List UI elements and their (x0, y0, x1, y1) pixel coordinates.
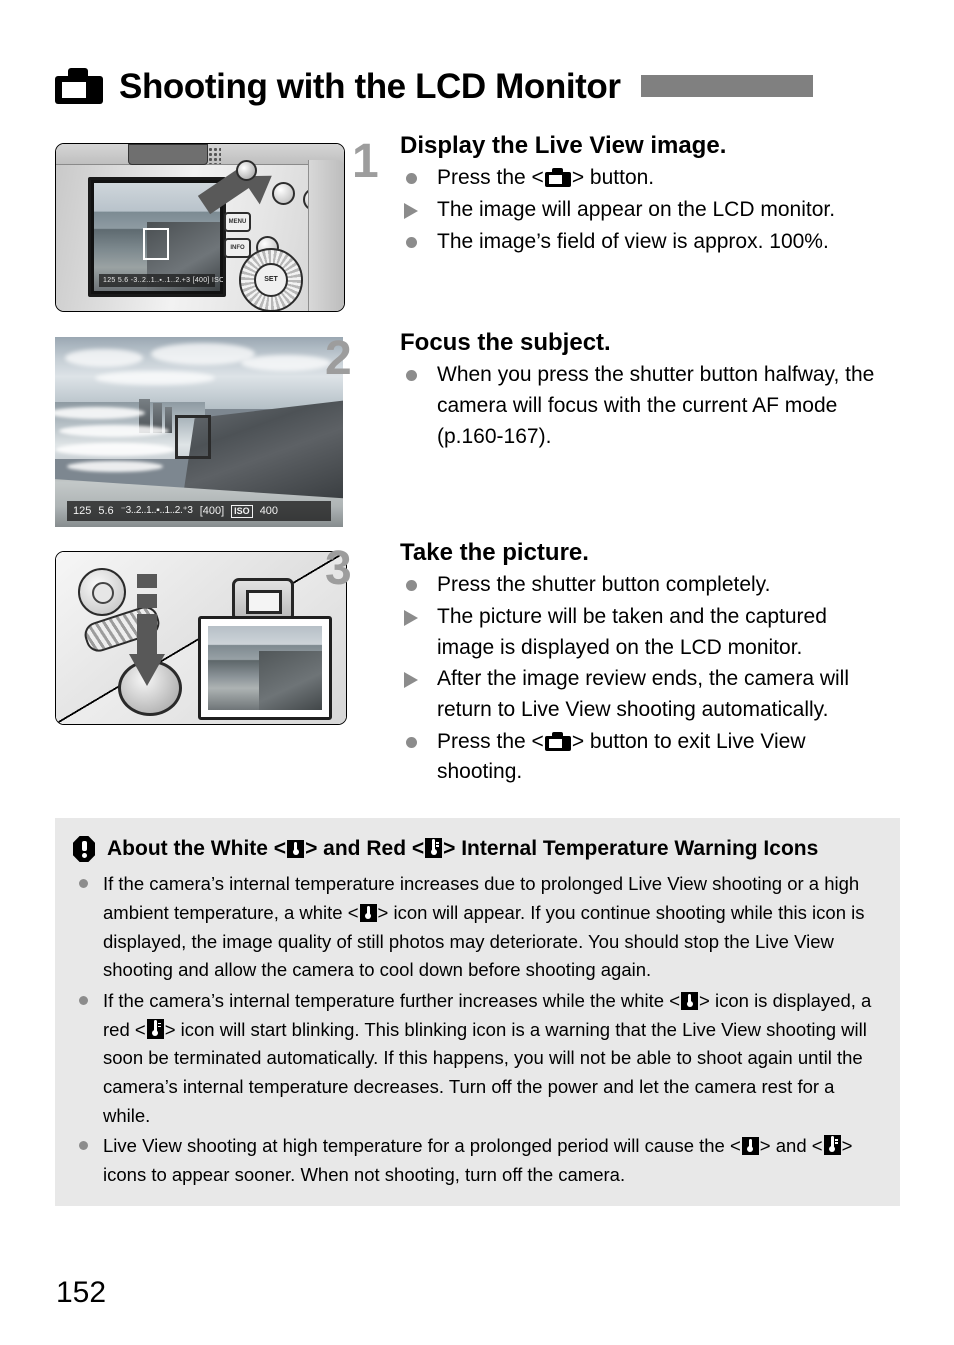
menu-button: MENU (224, 212, 251, 232)
bullet-text: Press the shutter button completely. (437, 573, 771, 597)
iso-label: ISO (231, 504, 253, 518)
bullet-dot-icon (406, 736, 417, 748)
af-frame (143, 228, 169, 260)
bullet-dot-icon (79, 1141, 88, 1151)
list-item: After the image review ends, the camera … (400, 664, 885, 725)
thermometer-red-icon (425, 838, 443, 858)
list-item: Live View shooting at high temperature f… (73, 1132, 882, 1189)
camera-icon (55, 68, 103, 104)
warning-bullet-list: If the camera’s internal temperature inc… (73, 870, 882, 1189)
live-view-button (236, 160, 257, 181)
shutter-speed-value: 125 (73, 505, 92, 517)
warning-text: Live View shooting at high temperature f… (103, 1135, 741, 1157)
bullet-text-pre: Press the < (437, 729, 544, 753)
warning-header: About the White < > and Red < > Internal T… (73, 834, 882, 864)
result-triangle-icon (404, 203, 418, 220)
step-title: Take the picture. (400, 539, 589, 566)
thermometer-white-icon (741, 1137, 759, 1156)
bullet-text: After the image review ends, the camera … (437, 667, 850, 722)
figure-live-view-screen: 125 5.6 ⁻3..2..1..▪..1..2.⁺3 [400] ISO 4… (55, 337, 343, 527)
list-item: If the camera’s internal temperature fur… (73, 987, 882, 1130)
af-drive-button (272, 182, 295, 205)
bullet-dot-icon (79, 996, 88, 1006)
exposure-level-indicator: ⁻3..2..1..▪..1..2.⁺3 (120, 505, 193, 516)
thermometer-white-icon (681, 992, 699, 1011)
iso-value: 400 (259, 505, 279, 517)
thermometer-white-icon (359, 904, 377, 923)
camera-icon (544, 731, 571, 751)
bullet-text: The image will appear on the LCD monitor… (437, 198, 836, 222)
warning-icon (73, 836, 95, 862)
warning-title-part1: About the White < (107, 837, 287, 860)
bullet-dot-icon (406, 580, 417, 592)
quick-control-dial (239, 248, 303, 311)
press-down-arrow-icon (129, 574, 165, 690)
thermometer-white-icon (287, 840, 305, 858)
bullet-text: When you press the shutter button halfwa… (437, 363, 875, 448)
bullet-text-post: > button. (571, 166, 655, 190)
page-number: 152 (56, 1276, 107, 1309)
step-title: Focus the subject. (400, 329, 611, 356)
aperture-value: 5.6 (98, 505, 114, 517)
warning-callout: About the White < > and Red < > Internal T… (55, 818, 900, 1206)
step-bullet-list: Press the < > button. The image will appe… (400, 163, 877, 257)
warning-title-part3: > Internal Temperature Warning Icons (443, 837, 819, 860)
result-triangle-icon (404, 672, 418, 689)
warning-text: If the camera’s internal temperature fur… (103, 990, 681, 1012)
list-item: The image’s field of view is approx. 100… (400, 227, 877, 258)
list-item: When you press the shutter button halfwa… (400, 360, 880, 452)
mode-dial (78, 568, 126, 616)
list-item: The picture will be taken and the captur… (400, 602, 885, 663)
list-item: The image will appear on the LCD monitor… (400, 195, 877, 226)
page-title: Shooting with the LCD Monitor (119, 66, 621, 106)
speaker-grille (208, 147, 221, 164)
warning-title-part2: > and Red < (305, 837, 425, 860)
header-rule (640, 75, 813, 97)
camera-icon (544, 168, 571, 188)
step-title: Display the Live View image. (400, 132, 727, 159)
af-frame (175, 415, 211, 459)
step-3: 3 Take the picture. Press the shutter bu… (325, 539, 885, 789)
list-item: If the camera’s internal temperature inc… (73, 870, 882, 985)
figure-camera-back-live-view-button: 125 5.6 -3..2..1..▪..1..2.+3 [400] ISO A… (55, 143, 345, 312)
step-number: 2 (325, 332, 352, 385)
step-1: 1 Display the Live View image. Press the… (352, 132, 877, 258)
lcd-monitor-review (198, 616, 332, 720)
result-triangle-icon (404, 610, 418, 627)
step-number: 3 (325, 542, 352, 595)
figure-shutter-press-and-review (55, 551, 347, 725)
thermometer-red-icon (146, 1018, 164, 1039)
bullet-dot-icon (406, 236, 417, 248)
list-item: Press the < > button. (400, 163, 877, 194)
warning-title: About the White < > and Red < > Internal T… (107, 834, 818, 864)
bullet-dot-icon (406, 370, 417, 382)
info-button: INFO (224, 238, 251, 258)
camera-grip (308, 160, 344, 311)
bullet-dot-icon (79, 879, 88, 889)
bullet-dot-icon (406, 173, 417, 185)
bullet-text-pre: Press the < (437, 166, 544, 190)
step-number: 1 (352, 135, 379, 188)
burst-count-value: [400] (199, 505, 225, 517)
page-header: Shooting with the LCD Monitor (55, 58, 900, 114)
lcd-info-bar: 125 5.6 -3..2..1..▪..1..2.+3 [400] ISO A… (99, 274, 223, 287)
thermometer-red-icon (823, 1135, 841, 1156)
shooting-info-bar: 125 5.6 ⁻3..2..1..▪..1..2.⁺3 [400] ISO 4… (67, 501, 331, 521)
list-item: Press the shutter button completely. (400, 570, 885, 601)
step-bullet-list: Press the shutter button completely. The… (400, 570, 885, 788)
warning-text: > icon will start blinking. This blinkin… (103, 1018, 867, 1126)
warning-text: > and < (759, 1135, 823, 1157)
viewfinder (128, 144, 208, 165)
step-bullet-list: When you press the shutter button halfwa… (400, 360, 880, 452)
bullet-text: The picture will be taken and the captur… (437, 605, 827, 659)
step-2: 2 Focus the subject. When you press the … (325, 329, 880, 453)
list-item: Press the < > button to exit Live View sh… (400, 727, 885, 788)
bullet-text: The image’s field of view is approx. 100… (437, 229, 829, 253)
